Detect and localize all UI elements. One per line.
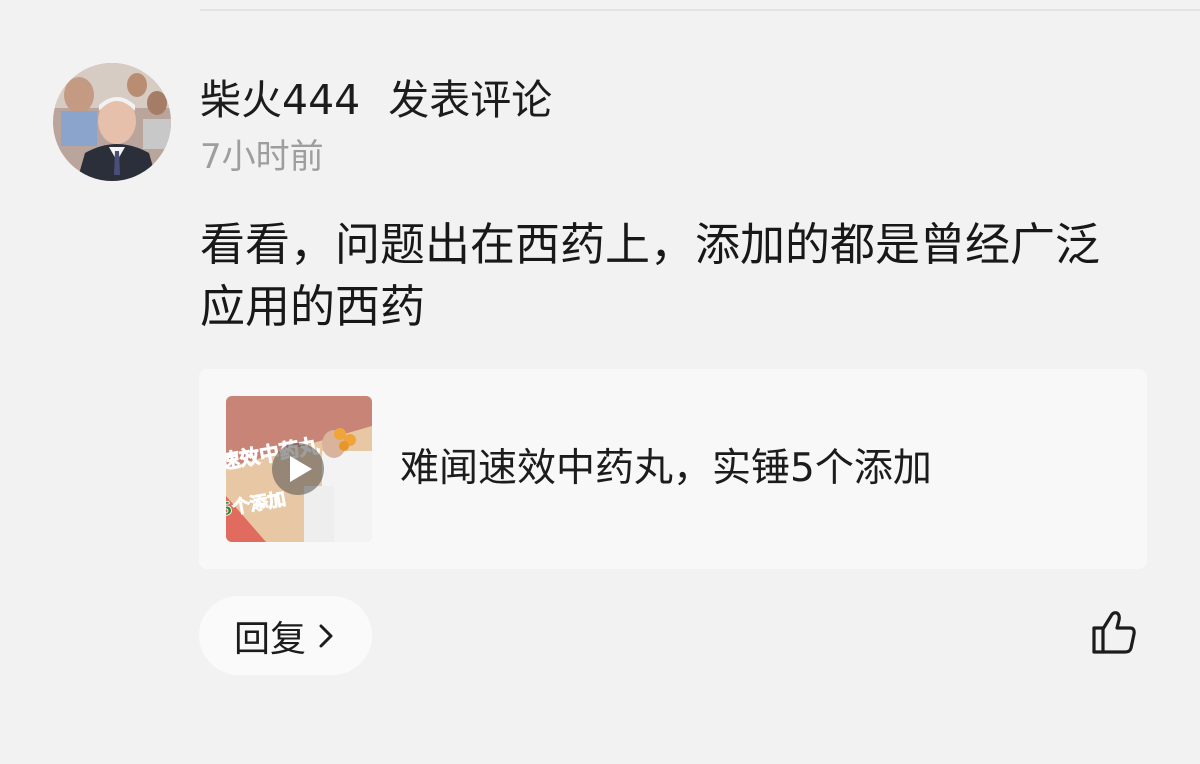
comment-header: 柴火444 发表评论 [200,68,552,124]
timestamp: 7小时前 [200,137,324,177]
thumbs-up-icon[interactable] [1090,608,1138,656]
avatar-photo [53,63,171,181]
comment-body: 看看，问题出在西药上，添加的都是曾经广泛应用的西药 [200,218,1101,333]
username[interactable]: 柴火444 [200,66,360,126]
linked-article-title[interactable]: 难闻速效中药丸，实锤5个添加 [400,441,932,497]
reply-button[interactable]: 回复 [199,596,372,675]
thumbnail-image: 速效中药丸 5个添加 [226,396,372,542]
reply-label: 回复 [234,618,307,660]
video-thumbnail[interactable]: 速效中药丸 5个添加 [226,396,372,542]
comment-notification-page: 柴火444 发表评论 7小时前 看看，问题出在西药上，添加的都是曾经广泛应用的西… [0,0,1200,764]
avatar[interactable] [53,63,171,181]
chevron-right-icon [318,623,334,649]
action-text: 发表评论 [388,76,553,124]
linked-article-card[interactable]: 速效中药丸 5个添加 难闻速效中药丸，实锤5个添加 [199,369,1147,569]
top-divider [200,9,1200,11]
